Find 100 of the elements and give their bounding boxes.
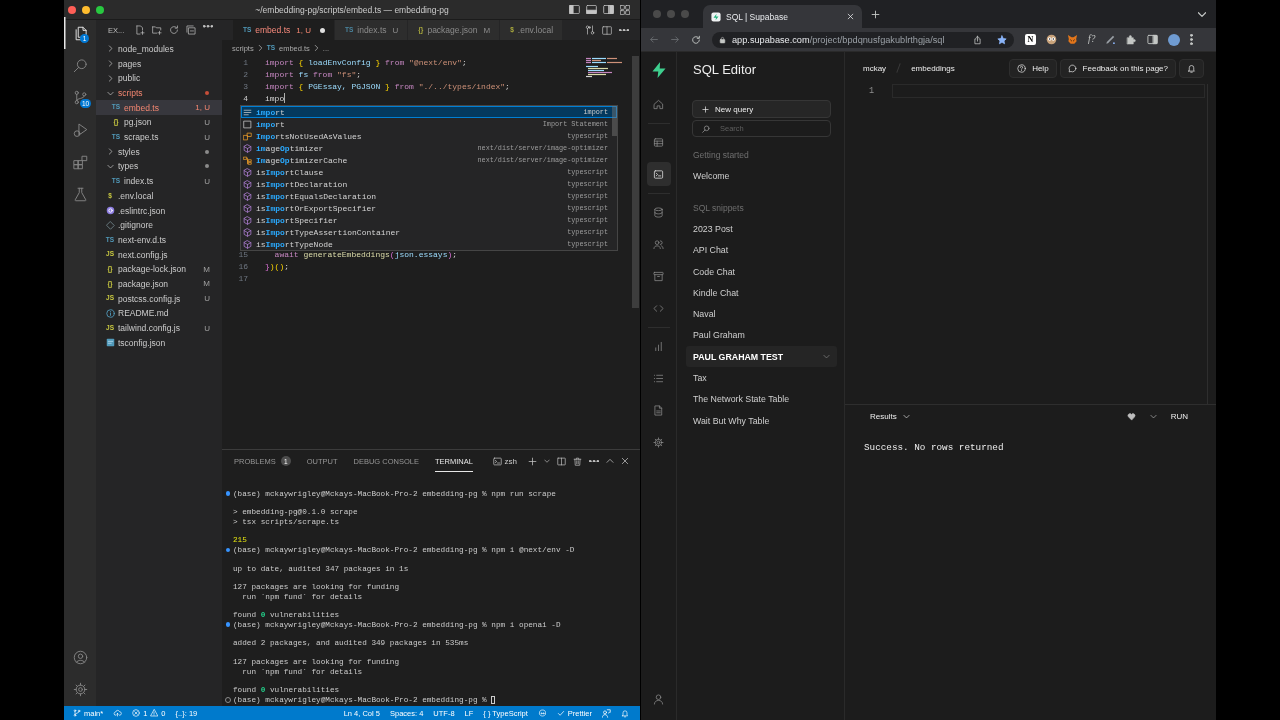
layout-icon[interactable] [620, 4, 630, 15]
help-icon [1017, 63, 1027, 73]
results-tab[interactable]: Results [870, 412, 910, 421]
refresh-icon[interactable] [169, 25, 179, 35]
snippet-item[interactable]: Tax [686, 367, 837, 389]
git-status-label: U [204, 176, 210, 186]
new-tab-icon[interactable] [871, 9, 880, 19]
run-debug-icon [72, 122, 88, 138]
nav-button[interactable] [646, 162, 671, 186]
snippet-item[interactable]: Kindle Chat [686, 282, 837, 304]
breadcrumb-item[interactable]: mckay [863, 63, 887, 73]
more-icon[interactable] [589, 459, 599, 463]
document-icon [653, 404, 664, 416]
snippet-item[interactable]: Wait But Why Table [686, 409, 837, 432]
new-file-icon[interactable] [135, 25, 145, 35]
snippet-item[interactable]: API Chat [686, 239, 837, 261]
heart-icon[interactable] [1126, 412, 1136, 421]
code-line: import { PGEssay, PGJSON } from "./../types/index"; [265, 81, 510, 91]
share-icon[interactable] [973, 34, 982, 45]
result-message: Success. No rows returned [864, 442, 1005, 453]
archive-icon [653, 270, 664, 282]
snippet-item[interactable]: Naval [686, 303, 837, 325]
cloud-upload-icon [113, 709, 123, 717]
panel-title: SQL Editor [692, 60, 758, 79]
unsaved-dot-icon[interactable] [319, 27, 325, 33]
pen-icon[interactable] [1105, 34, 1117, 45]
file-tree-item[interactable]: node_modules [96, 41, 222, 57]
trash-icon[interactable] [573, 456, 582, 466]
close-icon[interactable] [621, 457, 629, 465]
file-tree-item[interactable]: pages [96, 56, 222, 71]
snippet-item[interactable]: PAUL GRAHAM TEST [686, 346, 837, 368]
snippet-item[interactable]: 2023 Post [686, 218, 837, 240]
more-icon[interactable] [1190, 34, 1194, 45]
new-folder-icon[interactable] [152, 25, 162, 35]
letter-n-icon[interactable]: N [1025, 34, 1036, 45]
terminal-picker[interactable]: zsh [492, 456, 517, 466]
file-tree-item[interactable]: .gitignore [96, 217, 222, 233]
split-editor-icon[interactable] [602, 25, 612, 35]
file-tree-item[interactable]: README.md [96, 305, 222, 321]
zoom-button[interactable] [96, 5, 104, 14]
git-status-label: U [204, 323, 210, 333]
branch-icon [73, 709, 81, 717]
git-status-label: U [392, 25, 399, 35]
file-tree-item[interactable]: types [96, 159, 222, 174]
fox-icon[interactable] [1067, 34, 1078, 45]
reload-icon[interactable] [691, 34, 701, 45]
git-status-label: M [203, 279, 210, 289]
chevron-right-icon [313, 45, 319, 51]
snippet-item[interactable]: The Network State Table [686, 388, 837, 410]
file-tree-item[interactable]: styles [96, 144, 222, 160]
help-button[interactable]: Help [1009, 58, 1057, 78]
browser-tab[interactable]: SQL | Supabase [703, 5, 862, 28]
side-panel-icon[interactable] [1147, 34, 1159, 45]
bell-icon [621, 708, 629, 718]
snippet-item[interactable]: Welcome [686, 165, 837, 187]
minimize-button[interactable] [82, 5, 90, 14]
diamond-file-icon [105, 220, 115, 230]
split-icon[interactable] [557, 456, 566, 466]
notifications-button[interactable] [1179, 58, 1204, 78]
owl-icon[interactable] [1046, 34, 1057, 45]
chevron-up-icon[interactable] [606, 457, 614, 465]
file-tree-item[interactable]: tsconfig.json [96, 335, 222, 351]
cube-icon [243, 179, 252, 189]
line-number: 3 [242, 81, 248, 91]
new-query-button[interactable]: New query [692, 100, 831, 118]
file-tree-item[interactable]: .eslintrc.json [96, 203, 222, 218]
breadcrumb-item[interactable]: embeddings [911, 63, 955, 73]
snippet-item[interactable]: Paul Graham [686, 324, 837, 347]
close-button[interactable] [68, 5, 76, 14]
more-icon[interactable] [203, 25, 213, 28]
formula-icon[interactable]: f? [1088, 34, 1096, 45]
git-status-label: U [204, 132, 210, 142]
feedback-button[interactable]: Feedback on this page? [1059, 58, 1176, 78]
warning-icon [150, 709, 159, 717]
cube-icon [243, 143, 252, 153]
puzzle-icon[interactable] [1126, 34, 1138, 45]
line-number: 1 [242, 57, 248, 67]
home-icon [653, 98, 664, 110]
file-tree-item[interactable]: scripts [96, 85, 222, 101]
git-status-label: 1, U [195, 103, 210, 113]
secondary-sidebar-icon[interactable] [603, 4, 614, 14]
collapse-icon[interactable] [186, 25, 196, 35]
avatar-icon[interactable] [1168, 33, 1181, 46]
more-icon[interactable] [619, 28, 629, 32]
section-heading: Getting started [692, 148, 750, 162]
chevron-down-icon[interactable] [1198, 11, 1206, 17]
panel-toggle-icon[interactable] [586, 4, 597, 14]
line-number: 17 [237, 273, 248, 283]
sidebar-toggle-icon[interactable] [569, 4, 580, 14]
compare-changes-icon[interactable] [585, 25, 595, 35]
plus-icon [702, 105, 709, 113]
snippet-item[interactable]: Code Chat [686, 260, 837, 283]
run-button[interactable]: RUN [1170, 412, 1188, 421]
file-tree-item[interactable]: public [96, 70, 222, 86]
add-icon[interactable] [528, 456, 537, 466]
git-status-label: U [204, 294, 210, 304]
star-filled-icon[interactable] [997, 34, 1007, 45]
blocks-icon [243, 131, 252, 141]
address-bar[interactable]: app.supabase.com/project/bpdqnusfgakublrthgja/sql [712, 31, 1014, 48]
line-number: 4 [242, 93, 248, 103]
